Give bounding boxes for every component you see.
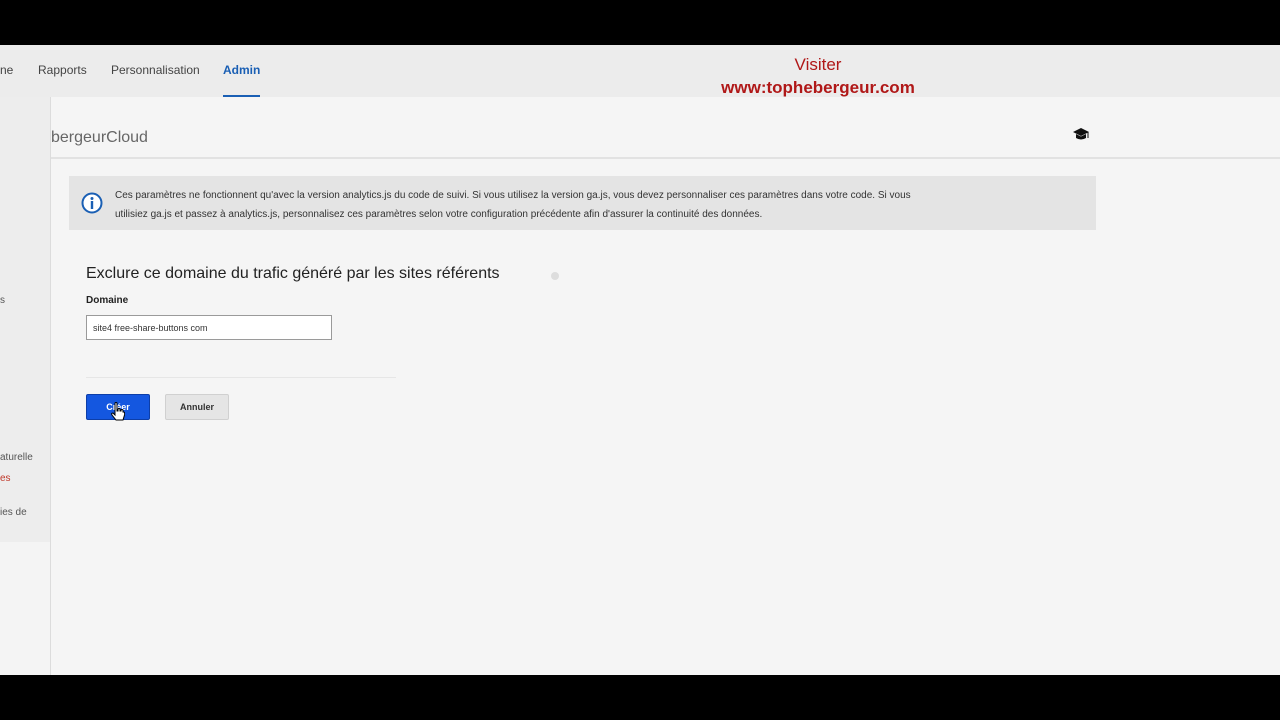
sidebar-item[interactable]: aturelle: [0, 452, 33, 463]
domain-label: Domaine: [86, 295, 129, 306]
account-bar: bergeurCloud: [51, 97, 1280, 159]
section-title: Exclure ce domaine du trafic généré par …: [86, 265, 500, 282]
info-icon: [81, 192, 103, 214]
hand-cursor-icon: [111, 402, 125, 421]
tab-rapports[interactable]: Rapports: [38, 63, 87, 77]
watermark-line2: www:tophebergeur.com: [721, 78, 915, 97]
main-content: bergeurCloud Ces paramètres ne fonctionn…: [51, 97, 1280, 675]
info-notice: Ces paramètres ne fonctionnent qu'avec l…: [69, 176, 1096, 230]
tab-personnalisation[interactable]: Personnalisation: [111, 63, 200, 77]
domain-input[interactable]: [86, 315, 332, 340]
sidebar-item[interactable]: s: [0, 295, 5, 306]
info-line-1: Ces paramètres ne fonctionnent qu'avec l…: [115, 190, 911, 201]
help-icon[interactable]: [551, 272, 559, 280]
account-name: bergeurCloud: [51, 129, 148, 146]
info-text: Ces paramètres ne fonctionnent qu'avec l…: [115, 186, 1075, 224]
divider: [86, 377, 396, 378]
browser-screen: ne Rapports Personnalisation Admin Visit…: [0, 45, 1280, 675]
watermark-line1: Visiter: [794, 55, 842, 74]
cancel-button[interactable]: Annuler: [165, 394, 229, 420]
graduation-cap-icon[interactable]: [1072, 127, 1090, 141]
top-navigation: ne Rapports Personnalisation Admin Visit…: [0, 45, 1280, 99]
tab-accueil[interactable]: ne: [0, 63, 13, 77]
watermark-overlay: Visiter www:tophebergeur.com: [700, 53, 936, 99]
sidebar-item[interactable]: ies de: [0, 507, 27, 518]
sidebar-item-active[interactable]: es: [0, 473, 11, 484]
tab-admin[interactable]: Admin: [223, 63, 261, 98]
info-line-2: utilisiez ga.js et passez à analytics.js…: [115, 209, 763, 220]
sidebar-lower-section: [0, 542, 50, 675]
left-sidebar: s aturelle es ies de: [0, 97, 51, 675]
